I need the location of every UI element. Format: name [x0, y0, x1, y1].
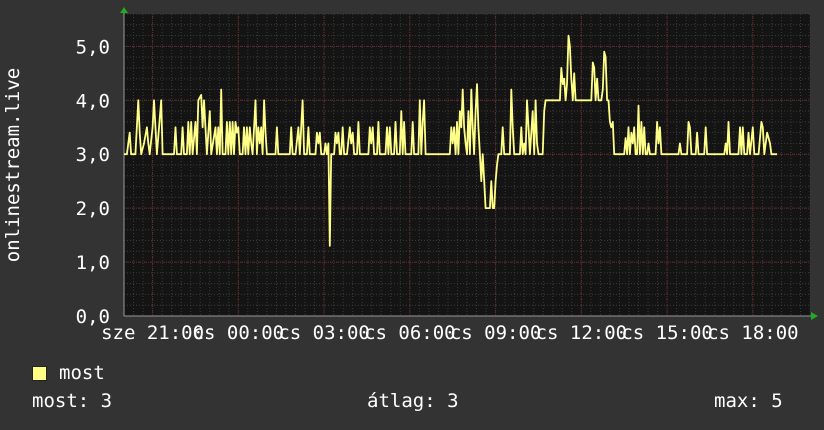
y-tick-label: 2,0 — [76, 198, 110, 220]
x-tick-label: cs 03:00 — [278, 322, 370, 344]
y-tick-label: 4,0 — [76, 90, 110, 112]
x-tick-label: cs 09:00 — [450, 322, 542, 344]
stat-max: max: 5 — [714, 390, 783, 412]
y-tick-label: 5,0 — [76, 36, 110, 58]
y-tick-label: 3,0 — [76, 144, 110, 166]
stat-average: átlag: 3 — [367, 390, 459, 412]
x-tick-labels: sze 21:00cs 00:00cs 03:00cs 06:00cs 09:0… — [101, 322, 798, 344]
legend-label: most — [59, 362, 105, 384]
y-tick-labels: 0,01,02,03,04,05,0 — [76, 36, 110, 328]
x-tick-label: cs 06:00 — [364, 322, 456, 344]
x-tick-label: cs 15:00 — [621, 322, 713, 344]
x-tick-label: cs 00:00 — [193, 322, 285, 344]
x-axis-arrow — [811, 312, 818, 320]
stat-now: most: 3 — [32, 390, 113, 412]
x-tick-label: cs 12:00 — [536, 322, 628, 344]
legend: most — [32, 362, 105, 384]
y-axis-arrow — [120, 7, 128, 13]
y-tick-label: 1,0 — [76, 252, 110, 274]
line-chart: 0,01,02,03,04,05,0 sze 21:00cs 00:00cs 0… — [2, 7, 818, 344]
legend-swatch — [32, 365, 47, 381]
y-axis-label: onlinestream.live — [2, 68, 24, 262]
x-tick-label: cs 18:00 — [707, 322, 799, 344]
x-tick-label: sze 21:00 — [101, 322, 204, 344]
